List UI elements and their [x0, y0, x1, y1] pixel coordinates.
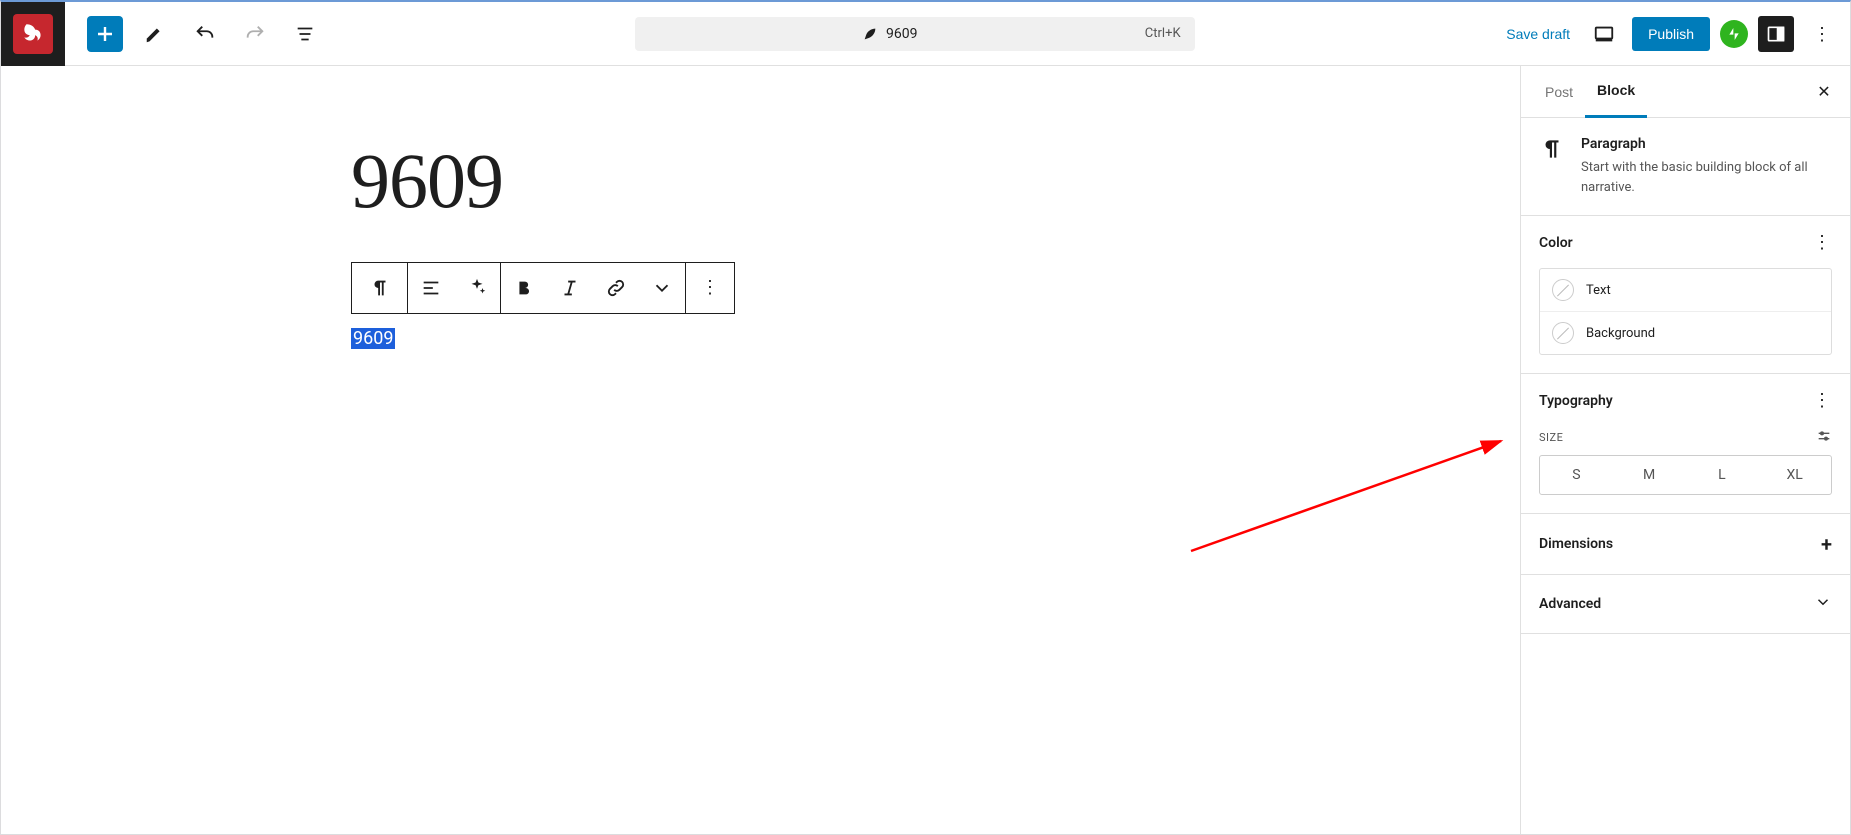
- add-block-button[interactable]: [87, 16, 123, 52]
- command-hotkey: Ctrl+K: [1145, 26, 1181, 41]
- advanced-heading: Advanced: [1539, 596, 1601, 612]
- tab-block[interactable]: Block: [1585, 66, 1647, 118]
- paragraph-block[interactable]: 9609: [351, 328, 1131, 349]
- block-description: Start with the basic building block of a…: [1581, 158, 1832, 197]
- size-label: SIZE: [1539, 431, 1563, 444]
- color-text-label: Text: [1586, 283, 1611, 298]
- size-m[interactable]: M: [1613, 456, 1686, 494]
- document-overview-button[interactable]: [287, 16, 323, 52]
- jetpack-icon[interactable]: [1720, 20, 1748, 48]
- advanced-panel[interactable]: Advanced: [1521, 575, 1850, 634]
- save-draft-button[interactable]: Save draft: [1506, 26, 1570, 42]
- settings-panel-toggle[interactable]: [1758, 16, 1794, 52]
- typography-panel: Typography SIZE S M L XL: [1521, 374, 1850, 514]
- settings-sidebar: Post Block Paragraph Start with the basi…: [1520, 66, 1850, 834]
- size-s[interactable]: S: [1540, 456, 1613, 494]
- color-options-menu[interactable]: [1812, 234, 1832, 252]
- add-dimension-icon[interactable]: [1821, 532, 1832, 556]
- more-options-button[interactable]: [1804, 16, 1840, 52]
- document-title: 9609: [886, 26, 917, 42]
- publish-button[interactable]: Publish: [1632, 17, 1710, 51]
- site-logo[interactable]: [1, 2, 65, 66]
- block-toolbar: [351, 262, 735, 314]
- undo-button[interactable]: [187, 16, 223, 52]
- color-text-row[interactable]: Text: [1540, 269, 1831, 312]
- size-buttons: S M L XL: [1539, 455, 1832, 495]
- block-type-paragraph-icon[interactable]: [352, 263, 408, 313]
- color-background-row[interactable]: Background: [1540, 312, 1831, 354]
- dimensions-heading: Dimensions: [1539, 536, 1613, 552]
- typography-options-menu[interactable]: [1812, 392, 1832, 410]
- background-color-swatch-icon: [1552, 322, 1574, 344]
- color-heading: Color: [1539, 235, 1573, 251]
- align-button[interactable]: [408, 263, 454, 313]
- size-settings-icon[interactable]: [1816, 428, 1832, 447]
- dimensions-panel[interactable]: Dimensions: [1521, 514, 1850, 575]
- typography-heading: Typography: [1539, 393, 1613, 409]
- post-title[interactable]: 9609: [351, 136, 1131, 226]
- redo-button[interactable]: [237, 16, 273, 52]
- more-format-dropdown[interactable]: [639, 263, 685, 313]
- annotation-arrow: [1181, 431, 1520, 561]
- italic-button[interactable]: [547, 263, 593, 313]
- close-sidebar-button[interactable]: [1810, 78, 1838, 106]
- bold-button[interactable]: [501, 263, 547, 313]
- top-bar: 9609 Ctrl+K Save draft Publish: [1, 2, 1850, 66]
- feather-icon: [862, 26, 878, 42]
- block-more-options[interactable]: [686, 263, 734, 313]
- sidebar-tabs: Post Block: [1521, 66, 1850, 118]
- block-info-panel: Paragraph Start with the basic building …: [1521, 118, 1850, 216]
- document-title-bar[interactable]: 9609 Ctrl+K: [635, 17, 1195, 51]
- size-xl[interactable]: XL: [1758, 456, 1831, 494]
- ai-assist-icon[interactable]: [454, 263, 500, 313]
- selected-paragraph-text[interactable]: 9609: [351, 328, 395, 349]
- paragraph-icon: [1539, 136, 1565, 162]
- link-button[interactable]: [593, 263, 639, 313]
- color-background-label: Background: [1586, 326, 1655, 341]
- tools-icon[interactable]: [137, 16, 173, 52]
- size-l[interactable]: L: [1686, 456, 1759, 494]
- preview-icon[interactable]: [1586, 16, 1622, 52]
- tab-post[interactable]: Post: [1533, 66, 1585, 118]
- color-panel: Color Text Background: [1521, 216, 1850, 374]
- chevron-down-icon[interactable]: [1814, 593, 1832, 615]
- text-color-swatch-icon: [1552, 279, 1574, 301]
- block-name: Paragraph: [1581, 136, 1832, 152]
- editor-canvas[interactable]: 9609: [1, 66, 1520, 834]
